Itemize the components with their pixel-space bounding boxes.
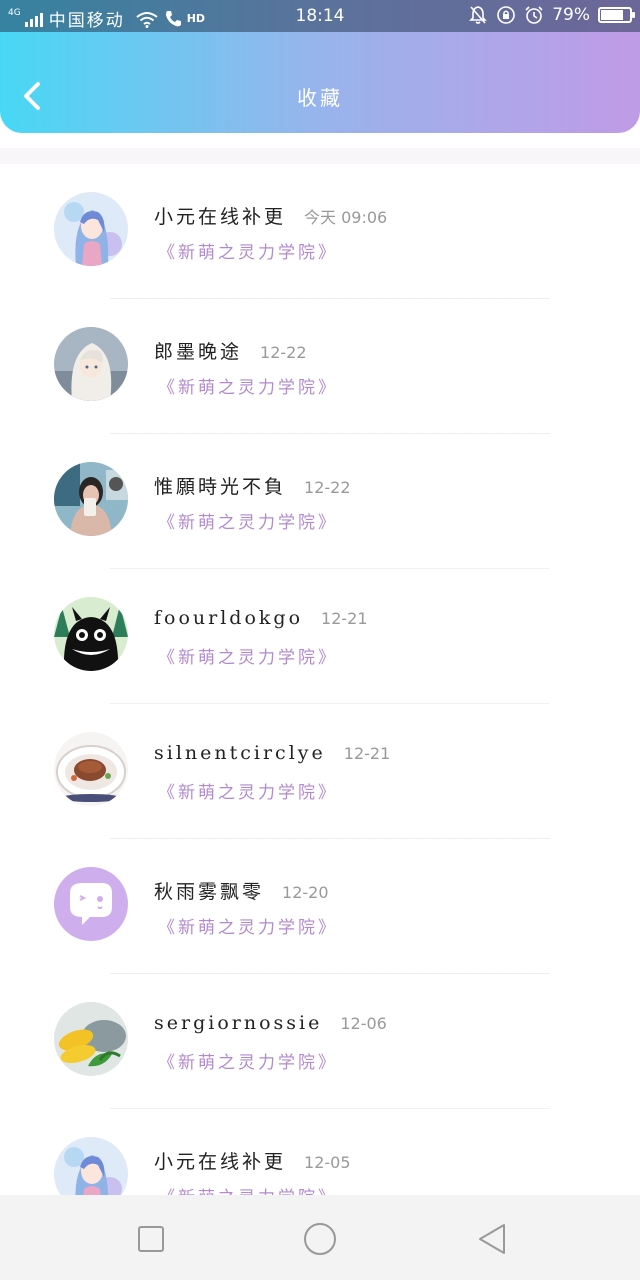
timestamp: 今天 09:06 (304, 208, 388, 227)
username[interactable]: 秋雨雾飘零 (154, 877, 264, 904)
favorite-item[interactable]: 小元在线补更 今天 09:06 《新萌之灵力学院》 (0, 164, 640, 299)
username[interactable]: 小元在线补更 (154, 202, 286, 229)
mute-bell-icon (469, 6, 488, 24)
item-header: sergiornossie 12-06 (154, 1012, 387, 1034)
square-icon (138, 1226, 164, 1252)
avatar-image (54, 327, 128, 401)
book-title-link[interactable]: 《新萌之灵力学院》 (158, 913, 338, 938)
book-title-link[interactable]: 《新萌之灵力学院》 (158, 1048, 338, 1073)
battery-percent: 79% (552, 5, 590, 25)
battery-fill (601, 10, 624, 20)
favorite-item[interactable]: silnentcirclye 12-21 《新萌之灵力学院》 (0, 704, 640, 839)
favorite-item[interactable]: 小元在线补更 12-05 《新萌之灵力学院》 (0, 1109, 640, 1195)
avatar[interactable] (54, 732, 128, 806)
avatar-image (54, 192, 128, 266)
avatar[interactable] (54, 597, 128, 671)
timestamp: 12-05 (304, 1153, 351, 1172)
item-header: silnentcirclye 12-21 (154, 742, 390, 764)
battery-icon (598, 7, 635, 23)
avatar[interactable] (54, 1137, 128, 1195)
favorite-item[interactable]: 惟願時光不負 12-22 《新萌之灵力学院》 (0, 434, 640, 569)
system-nav-bar (0, 1195, 640, 1280)
circle-icon (304, 1223, 336, 1255)
rotation-lock-icon (497, 6, 516, 24)
nav-back-button[interactable] (470, 1217, 514, 1261)
status-right: 79% (468, 5, 635, 25)
username[interactable]: foourldokgo (154, 607, 303, 629)
favorite-item[interactable]: 秋雨雾飘零 12-20 《新萌之灵力学院》 (0, 839, 640, 974)
home-button[interactable] (298, 1217, 342, 1261)
username[interactable]: 小元在线补更 (154, 1147, 286, 1174)
recent-apps-button[interactable] (129, 1217, 173, 1261)
item-header: 惟願時光不負 12-22 (154, 472, 351, 499)
triangle-back-icon (479, 1224, 505, 1254)
avatar-image (54, 1002, 128, 1076)
item-header: foourldokgo 12-21 (154, 607, 368, 629)
alarm-icon (525, 6, 543, 24)
avatar[interactable] (54, 462, 128, 536)
timestamp: 12-22 (304, 478, 351, 497)
book-title-link[interactable]: 《新萌之灵力学院》 (158, 778, 338, 803)
book-title-link[interactable]: 《新萌之灵力学院》 (158, 643, 338, 668)
avatar[interactable] (54, 867, 128, 941)
item-header: 秋雨雾飘零 12-20 (154, 877, 329, 904)
avatar[interactable] (54, 327, 128, 401)
item-header: 小元在线补更 今天 09:06 (154, 202, 387, 229)
favorite-item[interactable]: foourldokgo 12-21 《新萌之灵力学院》 (0, 569, 640, 704)
timestamp: 12-06 (340, 1014, 387, 1033)
avatar[interactable] (54, 1002, 128, 1076)
avatar-image (54, 867, 128, 941)
username[interactable]: sergiornossie (154, 1012, 322, 1034)
list-top-spacer (0, 148, 640, 164)
username[interactable]: silnentcirclye (154, 742, 326, 764)
favorites-list[interactable]: 小元在线补更 今天 09:06 《新萌之灵力学院》 郎墨晚途 12-22 《新萌之灵力学… (0, 148, 640, 1195)
book-title-link[interactable]: 《新萌之灵力学院》 (158, 238, 338, 263)
status-bar: 4G 中国移动 HD 18:14 79% (0, 0, 640, 32)
username[interactable]: 惟願時光不負 (154, 472, 286, 499)
avatar-image (54, 462, 128, 536)
book-title-link[interactable]: 《新萌之灵力学院》 (158, 1183, 338, 1195)
header: 4G 中国移动 HD 18:14 79% 收藏 (0, 0, 640, 133)
favorite-item[interactable]: 郎墨晚途 12-22 《新萌之灵力学院》 (0, 299, 640, 434)
avatar-image (54, 1137, 128, 1195)
avatar-image (54, 597, 128, 671)
book-title-link[interactable]: 《新萌之灵力学院》 (158, 508, 338, 533)
page-title: 收藏 (297, 86, 343, 110)
timestamp: 12-21 (343, 744, 391, 763)
username[interactable]: 郎墨晚途 (154, 337, 242, 364)
item-header: 郎墨晚途 12-22 (154, 337, 307, 364)
avatar[interactable] (54, 192, 128, 266)
timestamp: 12-20 (282, 883, 329, 902)
avatar-image (54, 732, 128, 806)
timestamp: 12-21 (321, 609, 368, 628)
book-title-link[interactable]: 《新萌之灵力学院》 (158, 373, 338, 398)
favorite-item[interactable]: sergiornossie 12-06 《新萌之灵力学院》 (0, 974, 640, 1109)
timestamp: 12-22 (260, 343, 307, 362)
item-header: 小元在线补更 12-05 (154, 1147, 351, 1174)
